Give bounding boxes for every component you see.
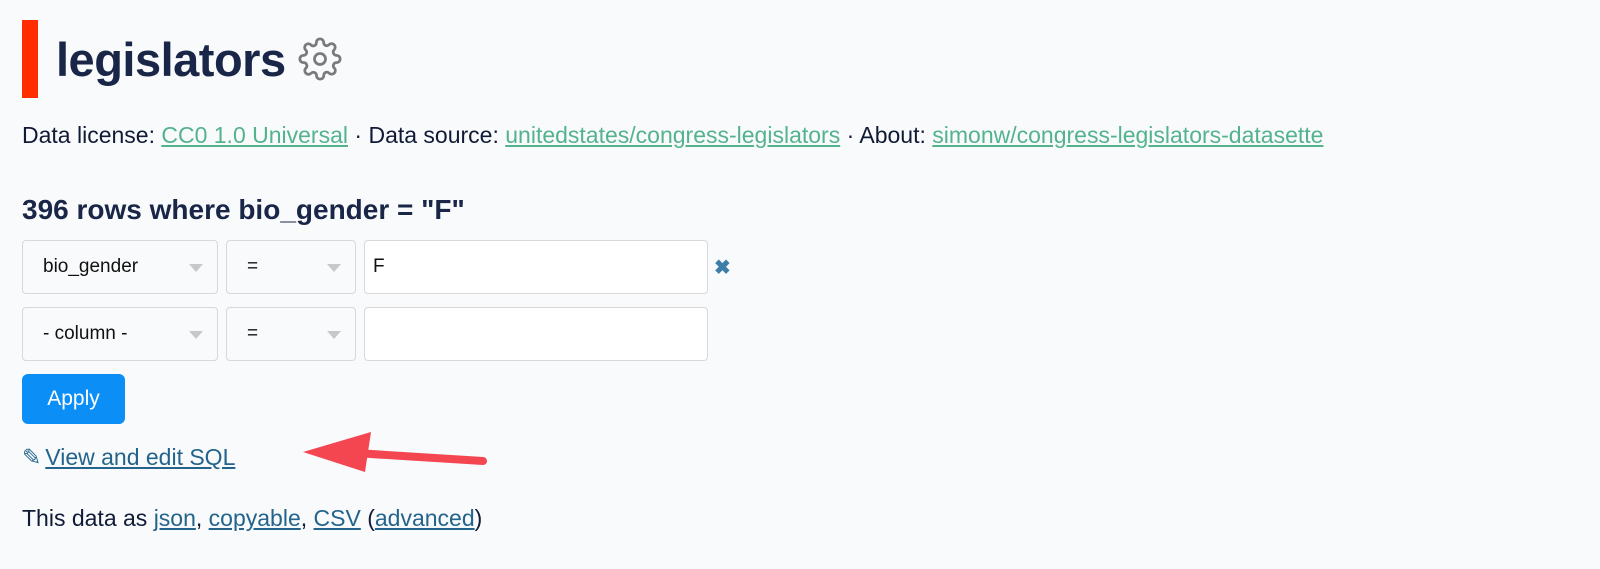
separator: ( [360, 505, 375, 531]
chevron-down-icon [327, 264, 341, 272]
chevron-down-icon [327, 331, 341, 339]
metadata-line: Data license: CC0 1.0 Universal · Data s… [22, 122, 1323, 149]
separator: · [840, 122, 860, 148]
source-link[interactable]: unitedstates/congress-legislators [505, 122, 840, 148]
export-links: This data as json, copyable, CSV (advanc… [22, 505, 482, 532]
license-label: Data license: [22, 122, 155, 148]
filter-operator-select[interactable]: = [226, 240, 356, 294]
filter-operator-value: = [247, 323, 259, 344]
separator: ) [474, 505, 483, 531]
filter-column-value: - column - [43, 323, 128, 344]
about-link[interactable]: simonw/congress-legislators-datasette [932, 122, 1323, 148]
gear-icon[interactable] [298, 37, 342, 81]
license-link[interactable]: CC0 1.0 Universal [161, 122, 348, 148]
chevron-down-icon [189, 331, 203, 339]
close-icon[interactable]: ✖ [714, 255, 731, 280]
filter-column-select[interactable]: bio_gender [22, 240, 218, 294]
export-advanced-link[interactable]: advanced [375, 505, 475, 531]
row-count-heading: 396 rows where bio_gender = "F" [22, 194, 465, 225]
separator: , [300, 505, 314, 531]
page-title: legislators [56, 32, 286, 86]
filter-column-value: bio_gender [43, 256, 139, 277]
filter-row: - column - = [22, 307, 708, 361]
filter-operator-select[interactable]: = [226, 307, 356, 361]
filter-value-input[interactable]: F [364, 240, 708, 294]
view-edit-sql-link[interactable]: View and edit SQL [45, 444, 235, 470]
filter-value-text: F [373, 256, 385, 277]
title-accent-bar [22, 20, 38, 98]
export-prefix: This data as [22, 505, 154, 531]
annotation-arrow [303, 432, 487, 472]
filter-column-select[interactable]: - column - [22, 307, 218, 361]
export-copyable-link[interactable]: copyable [209, 505, 301, 531]
export-json-link[interactable]: json [154, 505, 196, 531]
view-edit-sql: ✎ View and edit SQL [22, 444, 235, 471]
separator: , [195, 505, 209, 531]
about-label: About: [859, 122, 926, 148]
export-csv-link[interactable]: CSV [314, 505, 361, 531]
arrow-shaft [351, 449, 487, 465]
filter-value-input[interactable] [364, 307, 708, 361]
filter-operator-value: = [247, 256, 259, 277]
filter-row: bio_gender = F ✖ [22, 240, 731, 294]
separator: · [348, 122, 369, 148]
pencil-icon: ✎ [22, 444, 42, 470]
page-header: legislators [22, 20, 342, 98]
apply-button[interactable]: Apply [22, 374, 125, 424]
chevron-down-icon [189, 264, 203, 272]
source-label: Data source: [368, 122, 499, 148]
